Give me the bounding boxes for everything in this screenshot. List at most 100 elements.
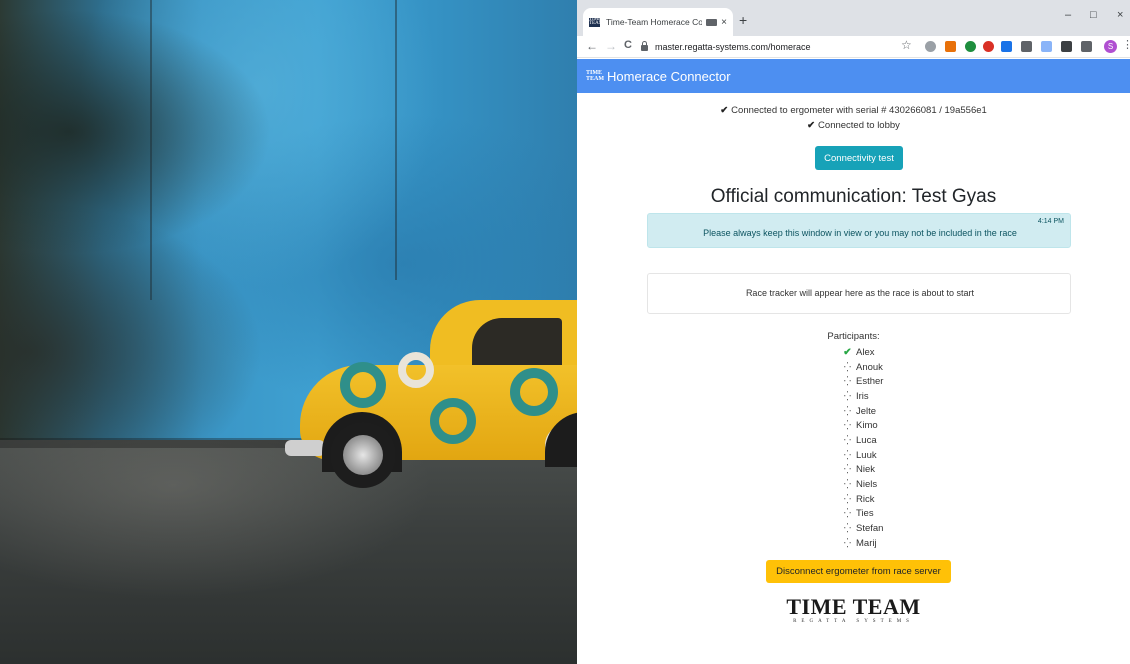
spinner-icon: ⁛ bbox=[843, 420, 852, 431]
participant-row: ⁛ Kimo bbox=[841, 418, 961, 433]
spinner-icon: ⁛ bbox=[843, 361, 852, 372]
taxi-decal-ring bbox=[398, 352, 434, 388]
participant-name: Anouk bbox=[856, 361, 883, 373]
taxi-bumper bbox=[285, 440, 325, 456]
participant-row: ⁛ Anouk bbox=[841, 360, 961, 375]
taxi-decal-ring bbox=[340, 362, 386, 408]
participant-name: Jelte bbox=[856, 405, 877, 417]
spinner-icon: ⁛ bbox=[843, 449, 852, 460]
forward-button[interactable]: → bbox=[605, 39, 617, 53]
spinner-icon: ⁛ bbox=[843, 434, 852, 445]
participant-name: Niek bbox=[856, 464, 876, 476]
camera-in-use-icon bbox=[706, 18, 718, 26]
app-title[interactable]: Homerace Connector bbox=[607, 69, 731, 84]
time-team-logo: TIME TEAM bbox=[586, 70, 604, 82]
taxi-decal-ring bbox=[510, 368, 558, 416]
lobby-status: ✔ Connected to lobby bbox=[577, 120, 1130, 131]
participant-row: ⁛ Niels bbox=[841, 477, 961, 492]
spinner-icon: ⁛ bbox=[843, 376, 852, 387]
reading-list-icon[interactable] bbox=[1081, 41, 1092, 52]
close-window-button[interactable]: × bbox=[1117, 9, 1123, 21]
spinner-icon: ⁛ bbox=[843, 464, 852, 475]
participant-row: ⁛ Ties bbox=[841, 507, 961, 522]
disconnect-button[interactable]: Disconnect ergometer from race server bbox=[766, 560, 951, 583]
footer-logo-sub: REGATTA SYSTEMS bbox=[793, 619, 914, 624]
participant-name: Alex bbox=[856, 346, 875, 358]
bookmark-star-icon[interactable]: ☆ bbox=[901, 38, 912, 52]
browser-window: TIME TEAM Time-Team Homerace Conn × + – … bbox=[577, 0, 1130, 664]
time-team-favicon-icon: TIME TEAM bbox=[589, 16, 604, 27]
back-button[interactable]: ← bbox=[586, 39, 598, 53]
lock-icon bbox=[641, 41, 648, 51]
taxi-hubcap bbox=[343, 435, 383, 475]
participant-name: Luca bbox=[856, 434, 877, 446]
connectivity-test-button[interactable]: Connectivity test bbox=[815, 146, 903, 170]
time-team-footer-logo: TIME TEAM REGATTA SYSTEMS bbox=[577, 594, 1130, 625]
new-tab-button[interactable]: + bbox=[739, 12, 747, 28]
spinner-icon: ⁛ bbox=[843, 523, 852, 534]
info-alert: 4:14 PM Please always keep this window i… bbox=[647, 213, 1071, 248]
checkmark-icon: ✔ bbox=[843, 346, 852, 358]
minimize-button[interactable]: – bbox=[1065, 9, 1071, 21]
reload-button[interactable]: C bbox=[624, 39, 632, 51]
participant-row: ⁛ Niek bbox=[841, 463, 961, 478]
extension-icon[interactable] bbox=[965, 41, 976, 52]
extension-icon[interactable] bbox=[945, 41, 956, 52]
participants-heading: Participants: bbox=[827, 331, 880, 342]
spinner-icon: ⁛ bbox=[843, 405, 852, 416]
main-content: ✔ Connected to ergometer with serial # 43… bbox=[577, 93, 1130, 664]
checkmark-icon: ✔ bbox=[720, 105, 729, 116]
participants-list: ✔ Alex ⁛ Anouk ⁛ Esther ⁛ Iris ⁛ Jelte ⁛ Kimo ⁛ Luca ⁛… bbox=[841, 345, 961, 551]
participant-row: ✔ Alex bbox=[841, 345, 961, 360]
participant-row: ⁛ Iris bbox=[841, 389, 961, 404]
race-tracker-message: Race tracker will appear here as the rac… bbox=[745, 288, 975, 298]
page-title: Official communication: Test Gyas bbox=[710, 186, 997, 207]
extension-icon[interactable] bbox=[1041, 41, 1052, 52]
tab-strip: TIME TEAM Time-Team Homerace Conn × + – … bbox=[577, 0, 1130, 36]
wall-crack bbox=[150, 0, 152, 300]
alert-timestamp: 4:14 PM bbox=[1037, 218, 1064, 225]
browser-menu-icon[interactable]: ⋮ bbox=[1122, 38, 1130, 51]
app-navbar: TIME TEAM Homerace Connector bbox=[577, 59, 1130, 93]
participant-name: Niels bbox=[856, 479, 878, 491]
checkmark-icon: ✔ bbox=[807, 120, 816, 131]
spinner-icon: ⁛ bbox=[843, 479, 852, 490]
participant-name: Iris bbox=[856, 390, 869, 402]
taxi-window bbox=[472, 318, 562, 368]
footer-logo-main: TIME TEAM bbox=[786, 594, 921, 619]
browser-toolbar: ← → C master.regatta-systems.com/homerac… bbox=[577, 36, 1130, 58]
profile-avatar[interactable]: S bbox=[1104, 40, 1117, 53]
extension-icon[interactable] bbox=[983, 41, 994, 52]
lobby-status-text: Connected to lobby bbox=[818, 120, 900, 131]
wall-crack bbox=[395, 0, 397, 280]
participant-name: Ties bbox=[856, 508, 874, 520]
participant-row: ⁛ Esther bbox=[841, 374, 961, 389]
spinner-icon: ⁛ bbox=[843, 537, 852, 548]
audio-extension-icon[interactable] bbox=[1021, 41, 1032, 52]
alert-message: Please always keep this window in view o… bbox=[703, 228, 1017, 238]
concrete-floor bbox=[0, 440, 577, 664]
url-text: master.regatta-systems.com/homerace bbox=[655, 42, 811, 52]
spinner-icon: ⁛ bbox=[843, 508, 852, 519]
participant-row: ⁛ Stefan bbox=[841, 521, 961, 536]
extension-icon[interactable] bbox=[1001, 41, 1012, 52]
browser-tab[interactable]: TIME TEAM Time-Team Homerace Conn × bbox=[583, 8, 733, 36]
extensions-puzzle-icon[interactable] bbox=[1061, 41, 1072, 52]
tab-close-icon[interactable]: × bbox=[721, 17, 727, 28]
participant-row: ⁛ Luca bbox=[841, 433, 961, 448]
participant-name: Esther bbox=[856, 376, 884, 388]
participant-name: Rick bbox=[856, 493, 875, 505]
participant-row: ⁛ Marij bbox=[841, 536, 961, 551]
participant-name: Stefan bbox=[856, 523, 884, 535]
maximize-button[interactable]: □ bbox=[1090, 9, 1097, 21]
taxi-decal-ring bbox=[430, 398, 476, 444]
address-bar[interactable]: master.regatta-systems.com/homerace bbox=[641, 38, 891, 56]
desktop-wallpaper bbox=[0, 0, 577, 664]
participant-row: ⁛ Jelte bbox=[841, 404, 961, 419]
extension-icon[interactable] bbox=[925, 41, 936, 52]
ergometer-status-text: Connected to ergometer with serial # 430… bbox=[731, 105, 987, 116]
race-tracker-placeholder: Race tracker will appear here as the rac… bbox=[647, 273, 1071, 314]
spinner-icon: ⁛ bbox=[843, 493, 852, 504]
participant-row: ⁛ Rick bbox=[841, 492, 961, 507]
tab-title: Time-Team Homerace Conn bbox=[606, 17, 703, 27]
